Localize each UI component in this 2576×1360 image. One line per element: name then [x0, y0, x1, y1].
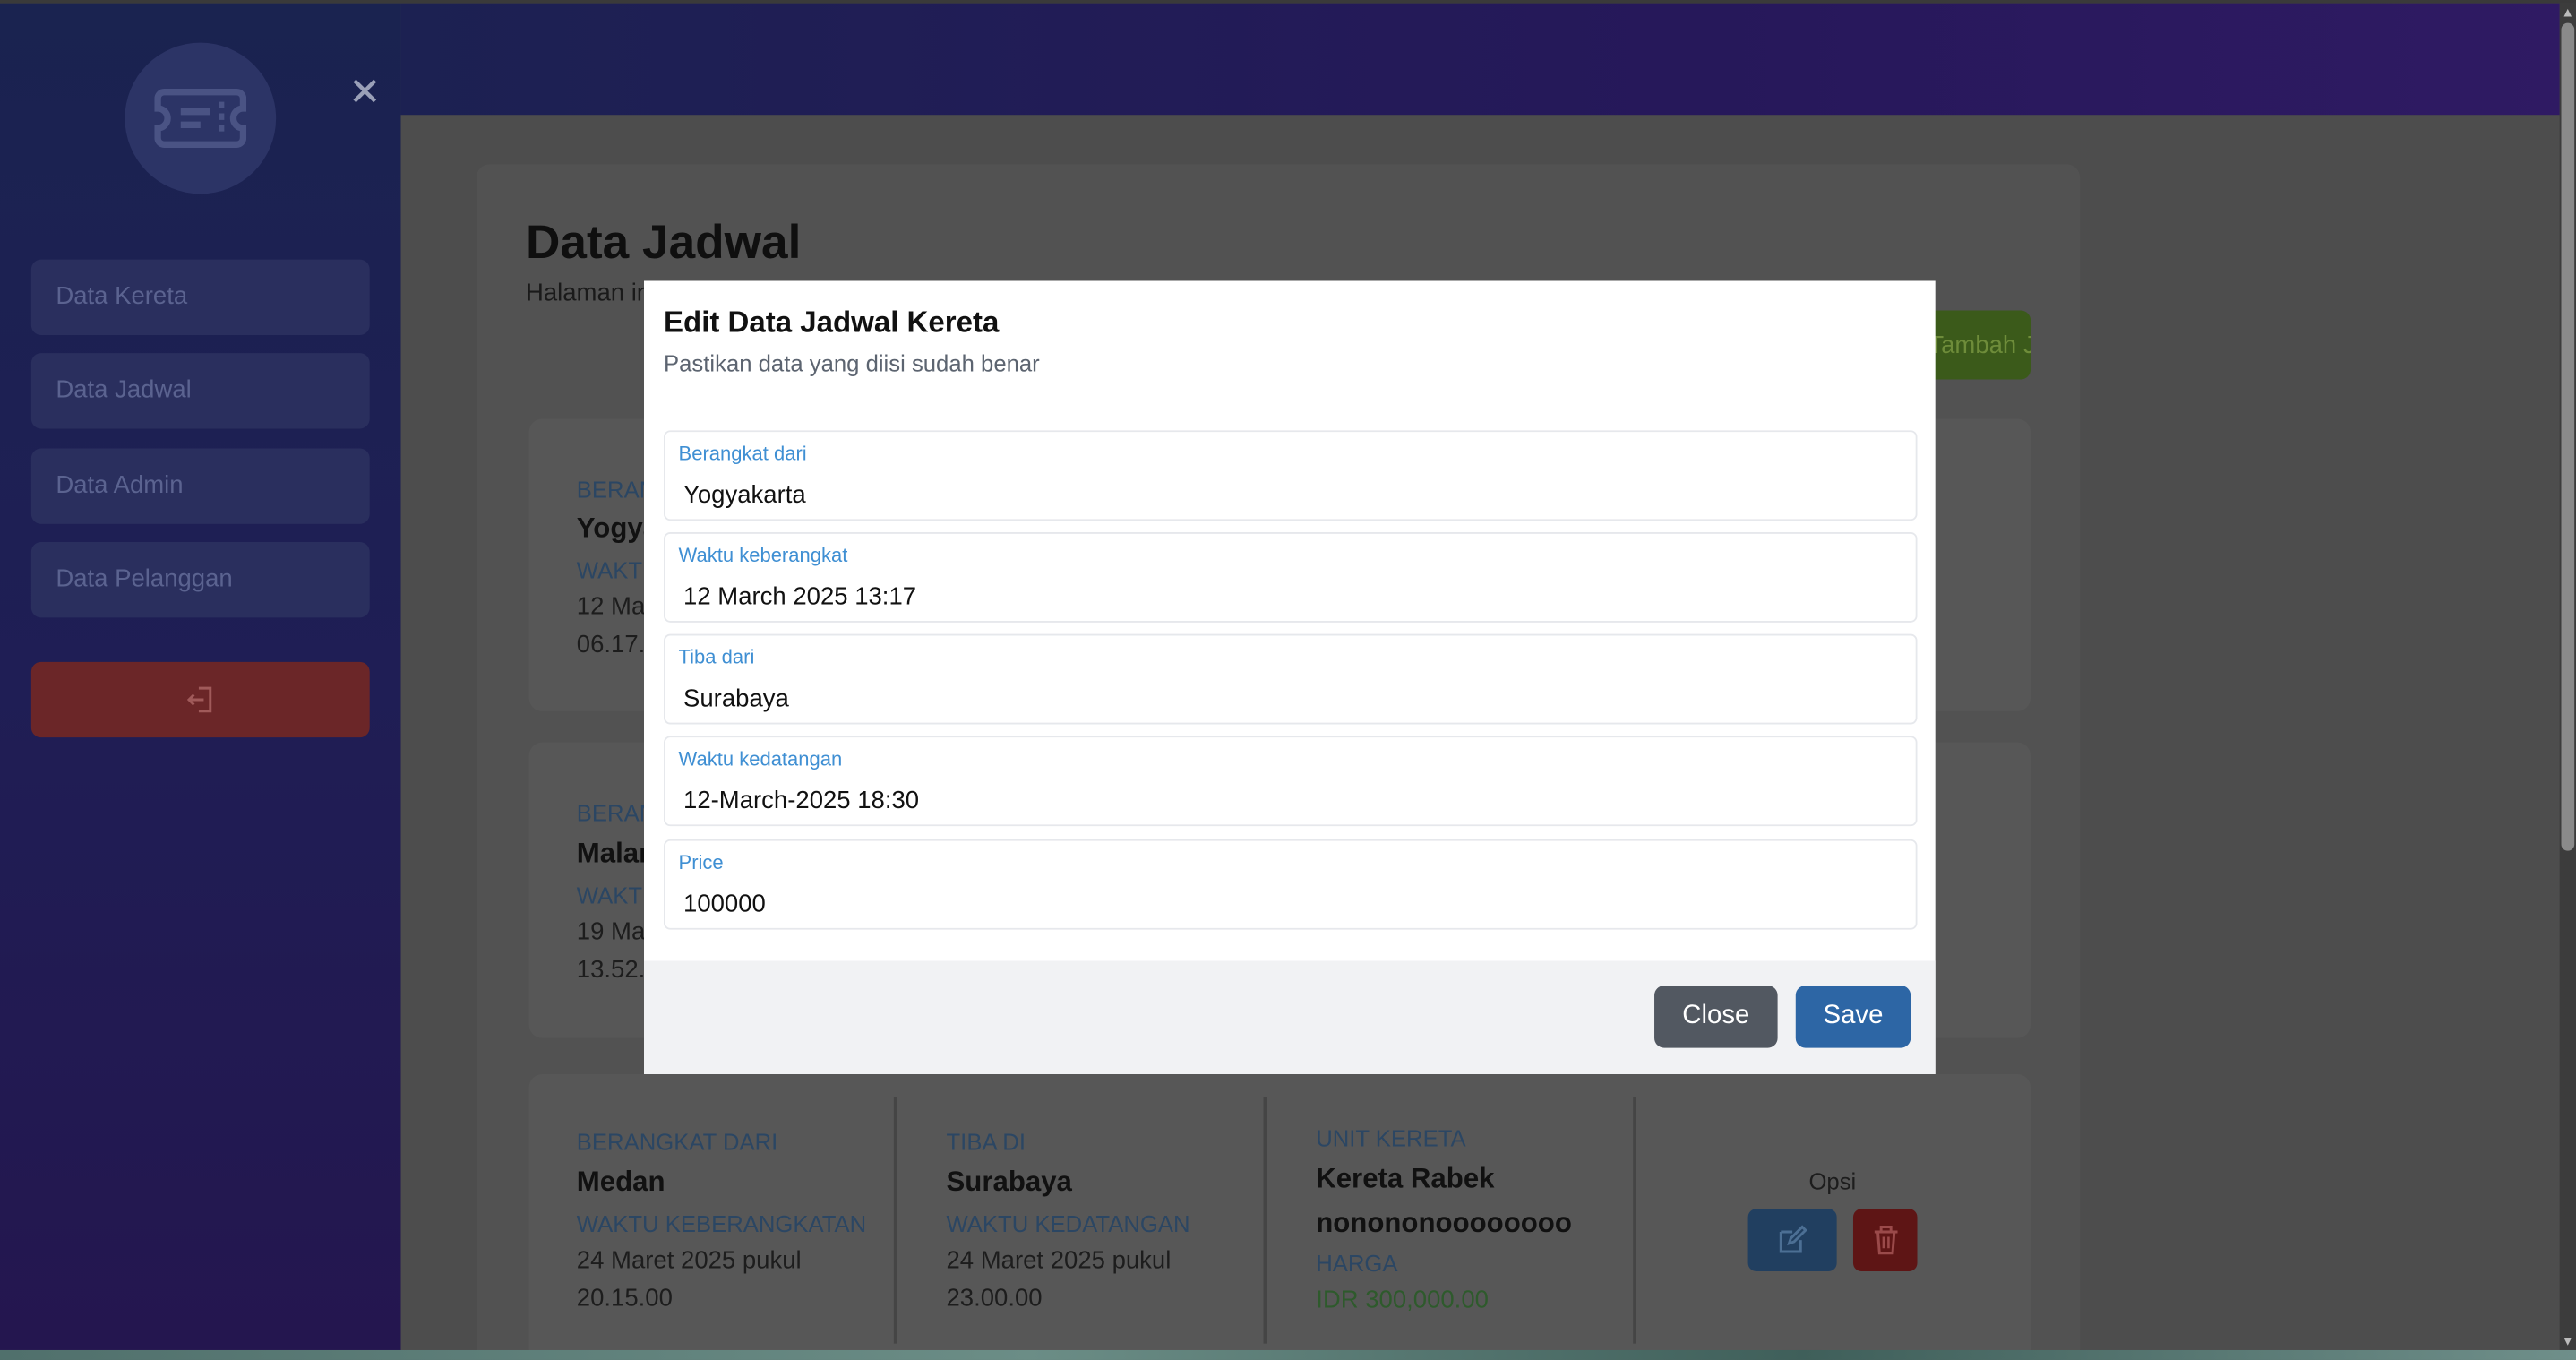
logout-icon: [186, 686, 212, 713]
delete-button[interactable]: [1852, 1209, 1918, 1271]
column-divider: [1633, 1097, 1636, 1344]
scrollbar-thumb[interactable]: [2561, 22, 2575, 851]
departure-city-input[interactable]: [683, 474, 1900, 514]
modal-subtitle: Pastikan data yang diisi sudah benar: [664, 349, 1040, 376]
sidebar-item-data-pelanggan[interactable]: Data Pelanggan: [30, 541, 370, 618]
field-label: Waktu kedatangan: [678, 747, 843, 770]
page-title: Data Jadwal: [525, 216, 802, 270]
modal-footer: Close Save: [644, 960, 1936, 1074]
unit-name-line2: nonononoooooooo: [1316, 1207, 1572, 1239]
logo: [125, 42, 277, 194]
save-button[interactable]: Save: [1795, 985, 1911, 1048]
sidebar-item-data-jadwal[interactable]: Data Jadwal: [30, 353, 370, 429]
arrival-city-input[interactable]: [683, 678, 1900, 719]
field-departure-time: Waktu keberangkat: [664, 531, 1918, 623]
background-strip: [0, 1349, 2576, 1360]
edit-schedule-modal: Edit Data Jadwal Kereta Pastikan data ya…: [644, 280, 1936, 1074]
arrive-city: Surabaya: [946, 1166, 1072, 1198]
arrive-time-line1: 24 Maret 2025 pukul: [946, 1246, 1172, 1275]
arrive-time-line2: 23.00.00: [946, 1284, 1043, 1313]
ticket-icon: [154, 88, 247, 148]
unit-label: UNIT KERETA: [1316, 1124, 1466, 1152]
price-value: IDR 300,000.00: [1316, 1286, 1489, 1314]
close-sidebar-icon[interactable]: ✕: [348, 69, 382, 116]
depart-label: BERANGKAT DARI: [576, 1128, 778, 1155]
sidebar-item-data-admin[interactable]: Data Admin: [30, 448, 370, 524]
field-label: Berangkat dari: [678, 442, 807, 465]
column-divider: [893, 1097, 897, 1344]
field-label: Waktu keberangkat: [678, 543, 848, 567]
scroll-down-icon[interactable]: ▼: [2562, 1334, 2575, 1348]
field-departure-city: Berangkat dari: [664, 430, 1918, 521]
unit-name-line1: Kereta Rabek: [1316, 1162, 1495, 1194]
field-label: Price: [678, 850, 724, 874]
arrival-time-input[interactable]: [683, 779, 1900, 820]
edit-button[interactable]: [1747, 1209, 1837, 1271]
arrive-label: TIBA DI: [946, 1128, 1026, 1155]
depart-time-line1: 24 Maret 2025 pukul: [576, 1246, 802, 1275]
depart-time-line2: 20.15.00: [576, 1284, 673, 1313]
edit-icon: [1779, 1225, 1807, 1253]
trash-icon: [1873, 1226, 1897, 1255]
page-subtitle: Halaman ini: [525, 279, 657, 307]
price-label: HARGA: [1316, 1250, 1398, 1277]
scroll-up-icon[interactable]: ▲: [2562, 4, 2575, 19]
modal-title: Edit Data Jadwal Kereta: [664, 305, 1000, 339]
close-button[interactable]: Close: [1654, 985, 1778, 1048]
field-label: Tiba dari: [678, 645, 755, 669]
top-header: [400, 3, 2560, 116]
logout-button[interactable]: [30, 661, 370, 738]
sidebar-item-data-kereta[interactable]: Data Kereta: [30, 259, 370, 335]
price-input[interactable]: [683, 883, 1900, 924]
departure-time-input[interactable]: [683, 576, 1900, 616]
field-price: Price: [664, 839, 1918, 930]
field-arrival-time: Waktu kedatangan: [664, 736, 1918, 827]
arrive-time-label: WAKTU KEDATANGAN: [946, 1210, 1190, 1237]
field-arrival-city: Tiba dari: [664, 633, 1918, 725]
column-divider: [1263, 1097, 1267, 1344]
options-label: Opsi: [1808, 1167, 1857, 1194]
depart-time-label: WAKTU KEBERANGKATAN: [576, 1210, 867, 1237]
depart-city: Medan: [576, 1166, 665, 1198]
